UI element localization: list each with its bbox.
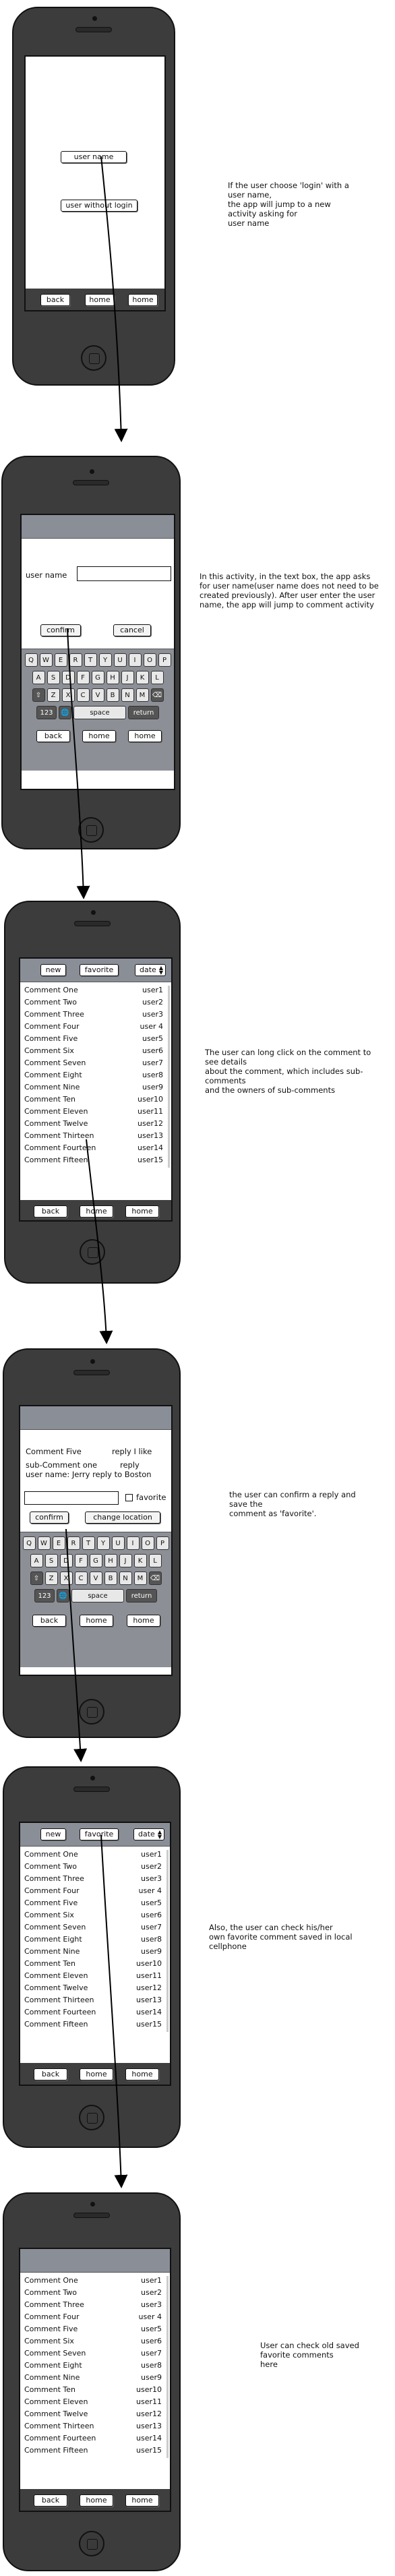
flow-arrow (100, 156, 128, 442)
flow-arrow (65, 1528, 88, 1762)
flow-arrow (86, 1139, 113, 1344)
flow-arrow (67, 628, 90, 899)
flow-arrows (65, 156, 128, 2188)
flow-arrow (100, 1834, 128, 2188)
